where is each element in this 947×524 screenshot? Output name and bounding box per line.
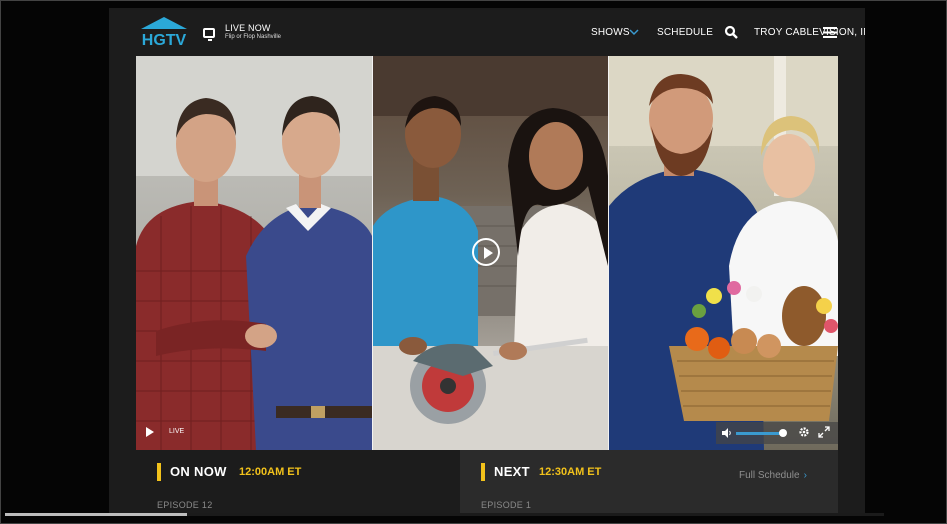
play-icon[interactable] xyxy=(472,238,500,266)
live-now-label: LIVE NOW xyxy=(225,23,271,33)
header: HGTV LIVE NOW Flip or Flop Nashville SHO… xyxy=(109,8,865,56)
on-now-episode: EPISODE 12 xyxy=(157,500,213,510)
full-schedule-label: Full Schedule xyxy=(739,470,800,481)
on-now-section: ON NOW 12:00AM ET EPISODE 12 xyxy=(136,450,460,516)
live-now-info[interactable]: LIVE NOW Flip or Flop Nashville xyxy=(225,23,281,40)
next-label: NEXT xyxy=(494,464,530,479)
video-player[interactable]: LIVE xyxy=(136,56,838,450)
chevron-right-icon: › xyxy=(803,470,807,481)
accent-bar xyxy=(157,463,161,481)
provider-name[interactable]: TROY CABLEVISION, INC. xyxy=(754,27,865,38)
scrollbar-thumb[interactable] xyxy=(5,513,187,516)
hero-image-left xyxy=(136,56,372,450)
search-icon[interactable] xyxy=(724,25,738,39)
hgtv-logo[interactable]: HGTV xyxy=(139,16,189,48)
on-now-label: ON NOW xyxy=(170,464,227,479)
next-episode: EPISODE 1 xyxy=(481,500,532,510)
tv-icon xyxy=(203,28,215,41)
on-now-time: 12:00AM ET xyxy=(239,466,302,478)
svg-text:HGTV: HGTV xyxy=(142,32,187,48)
hgtv-site: HGTV LIVE NOW Flip or Flop Nashville SHO… xyxy=(109,8,865,516)
volume-slider[interactable] xyxy=(736,432,783,435)
next-section: NEXT 12:30AM ET Full Schedule › EPISODE 1 xyxy=(460,450,838,516)
play-control-icon[interactable] xyxy=(146,427,154,437)
fullscreen-icon[interactable] xyxy=(818,426,830,438)
schedule-strip: ON NOW 12:00AM ET EPISODE 12 NEXT 12:30A… xyxy=(136,450,838,516)
gear-icon[interactable] xyxy=(798,426,810,438)
chevron-down-icon[interactable] xyxy=(629,27,639,37)
next-time: 12:30AM ET xyxy=(539,466,602,478)
accent-bar xyxy=(481,463,485,481)
live-indicator: LIVE xyxy=(169,428,185,435)
nav-schedule[interactable]: SCHEDULE xyxy=(657,27,713,38)
volume-icon[interactable] xyxy=(721,427,733,439)
live-show-name: Flip or Flop Nashville xyxy=(225,34,282,40)
nav-shows[interactable]: SHOWS xyxy=(591,27,630,38)
hero-image-right xyxy=(609,56,838,450)
full-schedule-link[interactable]: Full Schedule › xyxy=(739,470,807,481)
scrollbar-track[interactable] xyxy=(187,513,884,516)
volume-slider-handle[interactable] xyxy=(779,429,787,437)
menu-icon[interactable] xyxy=(823,27,837,38)
